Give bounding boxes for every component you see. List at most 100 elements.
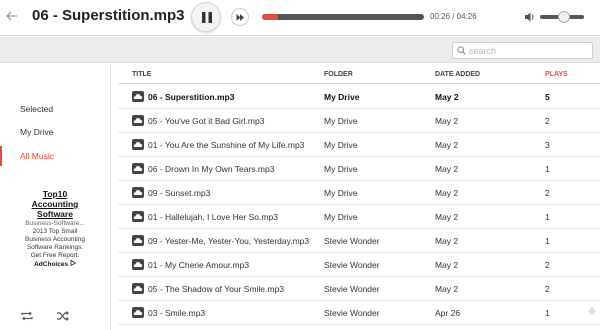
table-header: TITLE FOLDER DATE ADDED PLAYS	[118, 64, 600, 84]
track-title: 06 - Superstition.mp3	[148, 92, 235, 102]
column-header-title[interactable]: TITLE	[132, 71, 151, 78]
ad-title-line[interactable]: Top10	[10, 189, 100, 199]
toolbar-band	[0, 37, 600, 63]
cloud-drive-icon	[132, 139, 144, 150]
track-title: 01 - Hallelujah, I Love Her So.mp3	[148, 212, 278, 222]
track-title: 01 - You Are the Sunshine of My Life.mp3	[148, 140, 305, 150]
cloud-drive-icon	[132, 187, 144, 198]
search-input[interactable]	[469, 44, 589, 57]
track-title: 01 - My Cherie Amour.mp3	[148, 260, 250, 270]
track-plays: 3	[545, 140, 550, 150]
next-track-button[interactable]	[231, 8, 249, 26]
cloud-drive-icon	[132, 91, 144, 102]
table-row[interactable]: 05 - The Shadow of Your Smile.mp3 Stevie …	[118, 277, 600, 301]
table-row[interactable]: 05 - You've Got it Bad Girl.mp3 My Drive M…	[118, 109, 600, 133]
track-title: 05 - You've Got it Bad Girl.mp3	[148, 116, 265, 126]
track-folder: My Drive	[324, 188, 358, 198]
track-folder: Stevie Wonder	[324, 236, 380, 246]
track-plays: 2	[545, 188, 550, 198]
track-folder: My Drive	[324, 140, 358, 150]
track-title: 09 - Yester-Me, Yester-You, Yesterday.mp…	[148, 236, 310, 246]
next-track-icon	[236, 14, 244, 21]
ad-title-line[interactable]: Accounting	[10, 199, 100, 209]
track-date-added: May 2	[435, 188, 459, 198]
track-title: 09 - Sunset.mp3	[148, 188, 211, 198]
sidebar-item-all-music[interactable]: All Music	[0, 146, 110, 166]
search-icon	[457, 46, 466, 55]
table-row[interactable]: 03 - Smile.mp3 Stevie Wonder Apr 26 1	[118, 301, 600, 325]
progress-fill	[262, 14, 279, 20]
track-date-added: May 2	[435, 284, 459, 294]
column-header-folder[interactable]: FOLDER	[324, 71, 353, 78]
now-playing-title: 06 - Superstition.mp3	[32, 7, 185, 24]
track-folder: My Drive	[324, 164, 358, 174]
ad-body-line: Business Accounting	[25, 236, 85, 243]
track-folder: My Drive	[324, 116, 358, 126]
search-box[interactable]	[452, 42, 593, 59]
track-date-added: May 2	[435, 260, 459, 270]
table-row[interactable]: 01 - You Are the Sunshine of My Life.mp3…	[118, 133, 600, 157]
track-table: TITLE FOLDER DATE ADDED PLAYS 06 - Super…	[118, 64, 600, 330]
progress-bar[interactable]	[262, 14, 424, 20]
shuffle-icon[interactable]	[56, 310, 70, 322]
track-date-added: May 2	[435, 236, 459, 246]
ad-body-line: Get Free Report.	[30, 252, 80, 259]
volume-knob[interactable]	[558, 11, 571, 23]
track-title: 06 - Drown In My Own Tears.mp3	[148, 164, 275, 174]
track-folder: Stevie Wonder	[324, 260, 380, 270]
table-row[interactable]: 09 - Yester-Me, Yester-You, Yesterday.mp…	[118, 229, 600, 253]
table-row[interactable]: 01 - My Cherie Amour.mp3 Stevie Wonder May…	[118, 253, 600, 277]
volume-icon[interactable]	[524, 11, 536, 23]
track-folder: Stevie Wonder	[324, 308, 380, 318]
track-title: 05 - The Shadow of Your Smile.mp3	[148, 284, 284, 294]
sidebar-ad[interactable]: Top10 Accounting Software Business-Softw…	[10, 189, 100, 269]
track-title: 03 - Smile.mp3	[148, 308, 206, 318]
ad-title-line[interactable]: Software	[10, 209, 100, 219]
ad-choices-label[interactable]: AdChoices	[34, 261, 68, 268]
player-bar: 06 - Superstition.mp3 00:26 / 04:26	[0, 0, 600, 36]
table-row[interactable]: 06 - Superstition.mp3 My Drive May 2 5	[118, 85, 600, 109]
track-plays: 2	[545, 284, 550, 294]
track-date-added: May 2	[435, 116, 459, 126]
repeat-icon[interactable]	[20, 310, 34, 322]
track-date-added: May 2	[435, 164, 459, 174]
column-header-date-added[interactable]: DATE ADDED	[435, 71, 480, 78]
back-arrow-icon[interactable]	[4, 9, 20, 25]
track-date-added: May 2	[435, 92, 459, 102]
table-row[interactable]: 06 - Drown In My Own Tears.mp3 My Drive Ma…	[118, 157, 600, 181]
cloud-drive-icon	[132, 211, 144, 222]
track-plays: 1	[545, 236, 550, 246]
ad-body-line: 2013 Top Small	[32, 228, 78, 235]
track-folder: My Drive	[324, 92, 360, 102]
cloud-drive-icon	[132, 307, 144, 318]
track-date-added: Apr 26	[435, 308, 461, 318]
track-plays: 5	[545, 92, 550, 102]
scroll-down-icon[interactable]	[587, 306, 597, 316]
ad-url[interactable]: Business-Software...	[10, 219, 100, 228]
ad-choices-icon	[70, 259, 77, 267]
track-plays: 2	[545, 260, 550, 270]
playback-time: 00:26 / 04:26	[430, 12, 477, 21]
track-plays: 2	[545, 116, 550, 126]
pause-button[interactable]	[191, 2, 221, 32]
ad-body-line: Software Rankings.	[26, 244, 84, 251]
track-folder: Stevie Wonder	[324, 284, 380, 294]
cloud-drive-icon	[132, 163, 144, 174]
column-header-plays[interactable]: PLAYS	[545, 71, 568, 78]
track-folder: My Drive	[324, 212, 358, 222]
track-plays: 1	[545, 164, 550, 174]
track-plays: 1	[545, 212, 550, 222]
sidebar: Selected My Drive All Music Top10 Accoun…	[0, 64, 111, 330]
pause-icon	[202, 12, 212, 23]
cloud-drive-icon	[132, 283, 144, 294]
track-plays: 1	[545, 308, 550, 318]
sidebar-item-my-drive[interactable]: My Drive	[0, 122, 110, 142]
sidebar-item-selected[interactable]: Selected	[0, 99, 110, 119]
table-row[interactable]: 01 - Hallelujah, I Love Her So.mp3 My Dri…	[118, 205, 600, 229]
track-date-added: May 2	[435, 140, 459, 150]
table-row[interactable]: 09 - Sunset.mp3 My Drive May 2 2	[118, 181, 600, 205]
track-date-added: May 2	[435, 212, 459, 222]
cloud-drive-icon	[132, 115, 144, 126]
cloud-drive-icon	[132, 235, 144, 246]
ad-choices-link[interactable]: AdChoices	[10, 259, 100, 269]
